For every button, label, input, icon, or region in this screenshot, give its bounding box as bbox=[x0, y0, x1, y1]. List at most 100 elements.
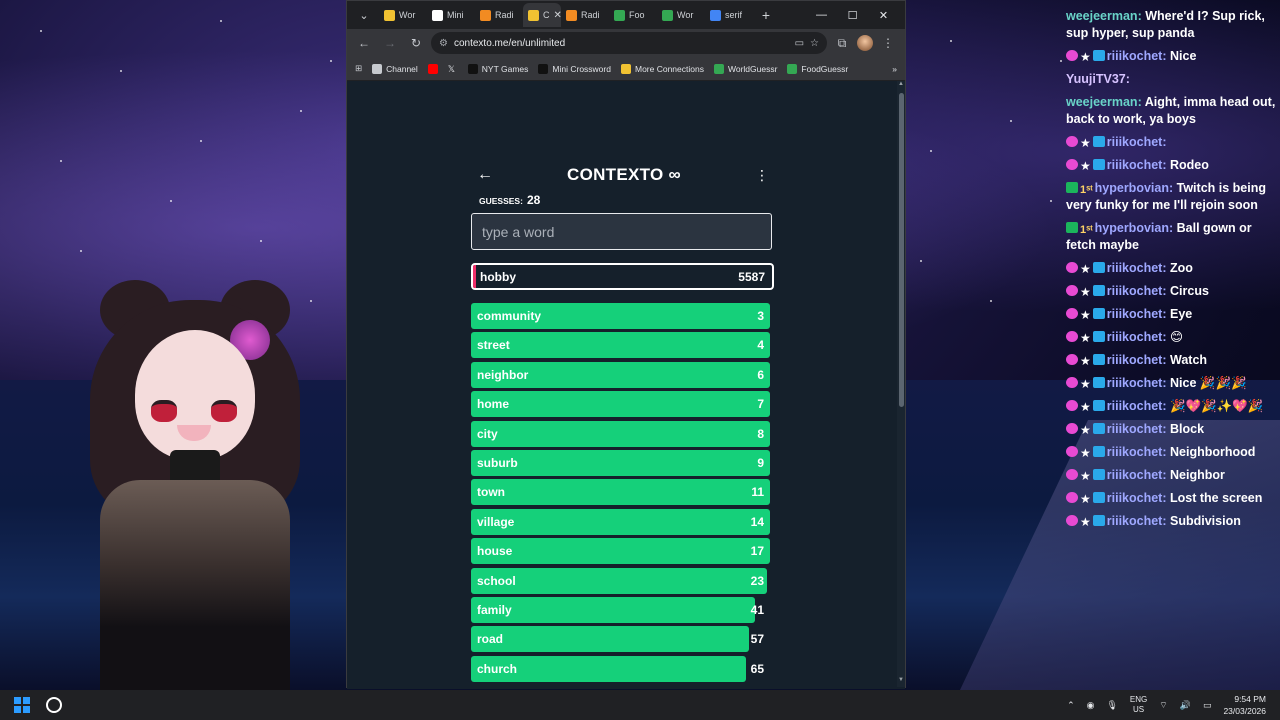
tray-app-icon[interactable]: ◉ bbox=[1087, 700, 1095, 711]
guess-word: city bbox=[477, 426, 498, 441]
chat-message: weejeerman: Aight, imma head out, back t… bbox=[1066, 94, 1280, 128]
star bbox=[950, 40, 952, 42]
forward-icon[interactable]: → bbox=[379, 32, 401, 54]
star-badge-icon: ★ bbox=[1080, 515, 1091, 529]
star bbox=[990, 300, 992, 302]
browser-menu-icon[interactable]: ⋮ bbox=[877, 32, 899, 54]
scrollbar-thumb[interactable] bbox=[899, 93, 904, 407]
heart-badge-icon bbox=[1066, 400, 1078, 411]
bookmark-item[interactable] bbox=[427, 63, 438, 74]
close-tab-icon[interactable]: ✕ bbox=[554, 10, 562, 21]
bookmark-item[interactable]: 𝕏 bbox=[448, 64, 458, 74]
microphone-icon[interactable]: 🎙 bbox=[1106, 700, 1117, 711]
browser-tab[interactable]: Mini bbox=[427, 3, 475, 27]
extensions-icon[interactable]: ⧉ bbox=[831, 32, 853, 54]
word-input[interactable]: type a word bbox=[471, 213, 772, 250]
windows-start-icon[interactable] bbox=[14, 697, 30, 713]
browser-tab[interactable]: Radi bbox=[475, 3, 523, 27]
address-bar[interactable]: ⚙ contexto.me/en/unlimited ▭ ☆ bbox=[431, 32, 827, 54]
guess-row: city 8 bbox=[471, 420, 770, 447]
scroll-down-icon[interactable]: ▼ bbox=[897, 677, 905, 687]
bookmark-item[interactable]: Channel bbox=[372, 63, 418, 74]
clock[interactable]: 9:54 PM 23/03/2026 bbox=[1223, 693, 1266, 717]
bookmark-item[interactable]: Mini Crossword bbox=[538, 63, 611, 74]
minimize-icon[interactable]: — bbox=[806, 5, 837, 25]
star-badge-icon: ★ bbox=[1080, 136, 1091, 150]
guess-word: village bbox=[477, 514, 515, 529]
chat-message: ★ riiikochet: 🎉💖🎉✨💖🎉 bbox=[1066, 398, 1280, 415]
apps-grid-icon[interactable]: ⊞ bbox=[355, 63, 362, 74]
language-indicator[interactable]: ENG US bbox=[1130, 695, 1147, 715]
volume-icon[interactable]: 🔊 bbox=[1180, 700, 1191, 711]
subscriber-badge-icon bbox=[1092, 50, 1105, 61]
bookmark-item[interactable]: FoodGuessr bbox=[787, 63, 848, 74]
site-info-icon[interactable]: ⚙ bbox=[439, 38, 448, 49]
browser-tab[interactable]: Radi bbox=[561, 3, 609, 27]
nyt-icon bbox=[432, 9, 443, 21]
chat-username: riiikochet: bbox=[1106, 135, 1167, 149]
game-header: ← CONTEXTO ∞ ⋮ bbox=[471, 161, 775, 189]
heart-badge-icon bbox=[1066, 492, 1078, 503]
star-badge-icon: ★ bbox=[1080, 159, 1091, 173]
subscriber-badge-icon bbox=[1092, 354, 1105, 365]
taskbar-app-icon[interactable] bbox=[46, 697, 62, 713]
chat-message: 1ˢᵗ hyperbovian: Twitch is being very fun… bbox=[1066, 180, 1280, 214]
browser-tab[interactable]: Wor bbox=[657, 3, 705, 27]
guess-row: school 23 bbox=[471, 567, 770, 594]
guess-rank: 14 bbox=[750, 514, 764, 529]
guess-word: home bbox=[477, 397, 510, 412]
game-menu-icon[interactable]: ⋮ bbox=[755, 167, 769, 184]
star-badge-icon: ★ bbox=[1080, 492, 1091, 506]
tray-overflow-icon[interactable]: ⌃ bbox=[1067, 700, 1075, 711]
bookmark-item[interactable]: WorldGuessr bbox=[713, 63, 777, 74]
chat-text: Rodeo bbox=[1170, 158, 1209, 172]
heart-badge-icon bbox=[1066, 285, 1078, 296]
cast-icon[interactable]: ▭ bbox=[795, 38, 804, 49]
chat-message: ★ riiikochet: Neighbor bbox=[1066, 467, 1280, 484]
subscriber-badge-icon bbox=[1092, 308, 1105, 319]
guess-rank: 11 bbox=[751, 485, 764, 500]
latest-guess-distance-bar bbox=[473, 265, 476, 288]
star-badge-icon: ★ bbox=[1080, 377, 1091, 391]
browser-tab[interactable]: Wor bbox=[379, 3, 427, 27]
chat-username: riiikochet: bbox=[1106, 468, 1167, 482]
subscriber-badge-icon bbox=[1092, 515, 1105, 526]
game-back-arrow-icon[interactable]: ← bbox=[477, 166, 493, 184]
wifi-icon[interactable]: ⌔ bbox=[1159, 700, 1167, 711]
chat-username: riiikochet: bbox=[1106, 491, 1167, 505]
guess-word: town bbox=[477, 485, 505, 500]
globe-icon bbox=[662, 9, 673, 21]
star-badge-icon: ★ bbox=[1080, 446, 1091, 460]
chat-username: riiikochet: bbox=[1106, 158, 1167, 172]
back-icon[interactable]: ← bbox=[353, 32, 375, 54]
maximize-icon[interactable]: ☐ bbox=[837, 5, 868, 25]
chat-text: Neighbor bbox=[1170, 468, 1225, 482]
game-title: CONTEXTO ∞ bbox=[567, 165, 681, 184]
heart-badge-icon bbox=[1066, 515, 1078, 526]
guess-rank: 65 bbox=[750, 661, 764, 676]
new-tab-button[interactable]: + bbox=[757, 7, 775, 23]
globe-icon bbox=[614, 9, 625, 21]
tab-search-dropdown-icon[interactable]: ⌄ bbox=[353, 5, 375, 25]
battery-icon[interactable]: ▭ bbox=[1203, 700, 1212, 711]
tab-label: serif bbox=[725, 10, 743, 20]
bookmark-item[interactable]: More Connections bbox=[620, 63, 704, 74]
close-window-icon[interactable]: ✕ bbox=[868, 5, 899, 25]
browser-tab[interactable]: serif bbox=[705, 3, 753, 27]
more-bookmarks-icon[interactable]: » bbox=[892, 64, 897, 74]
contexto-game: ← CONTEXTO ∞ ⋮ GUESSES: 28 type a word h… bbox=[471, 161, 775, 685]
bookmark-label: Mini Crossword bbox=[552, 63, 611, 74]
bookmark-star-icon[interactable]: ☆ bbox=[810, 38, 819, 49]
vtuber-avatar bbox=[80, 280, 310, 690]
star bbox=[80, 250, 82, 252]
tab-label: Mini bbox=[447, 10, 464, 20]
browser-tab[interactable]: C ✕ bbox=[523, 3, 561, 27]
browser-tab[interactable]: Foo bbox=[609, 3, 657, 27]
scroll-up-icon[interactable]: ▲ bbox=[897, 81, 905, 91]
reload-icon[interactable]: ↻ bbox=[405, 32, 427, 54]
profile-avatar[interactable] bbox=[857, 35, 873, 51]
heart-badge-icon bbox=[1066, 377, 1078, 388]
guess-row: suburb 9 bbox=[471, 449, 770, 476]
page-scrollbar[interactable]: ▲ ▼ bbox=[897, 81, 905, 687]
bookmark-item[interactable]: NYT Games bbox=[467, 63, 528, 74]
